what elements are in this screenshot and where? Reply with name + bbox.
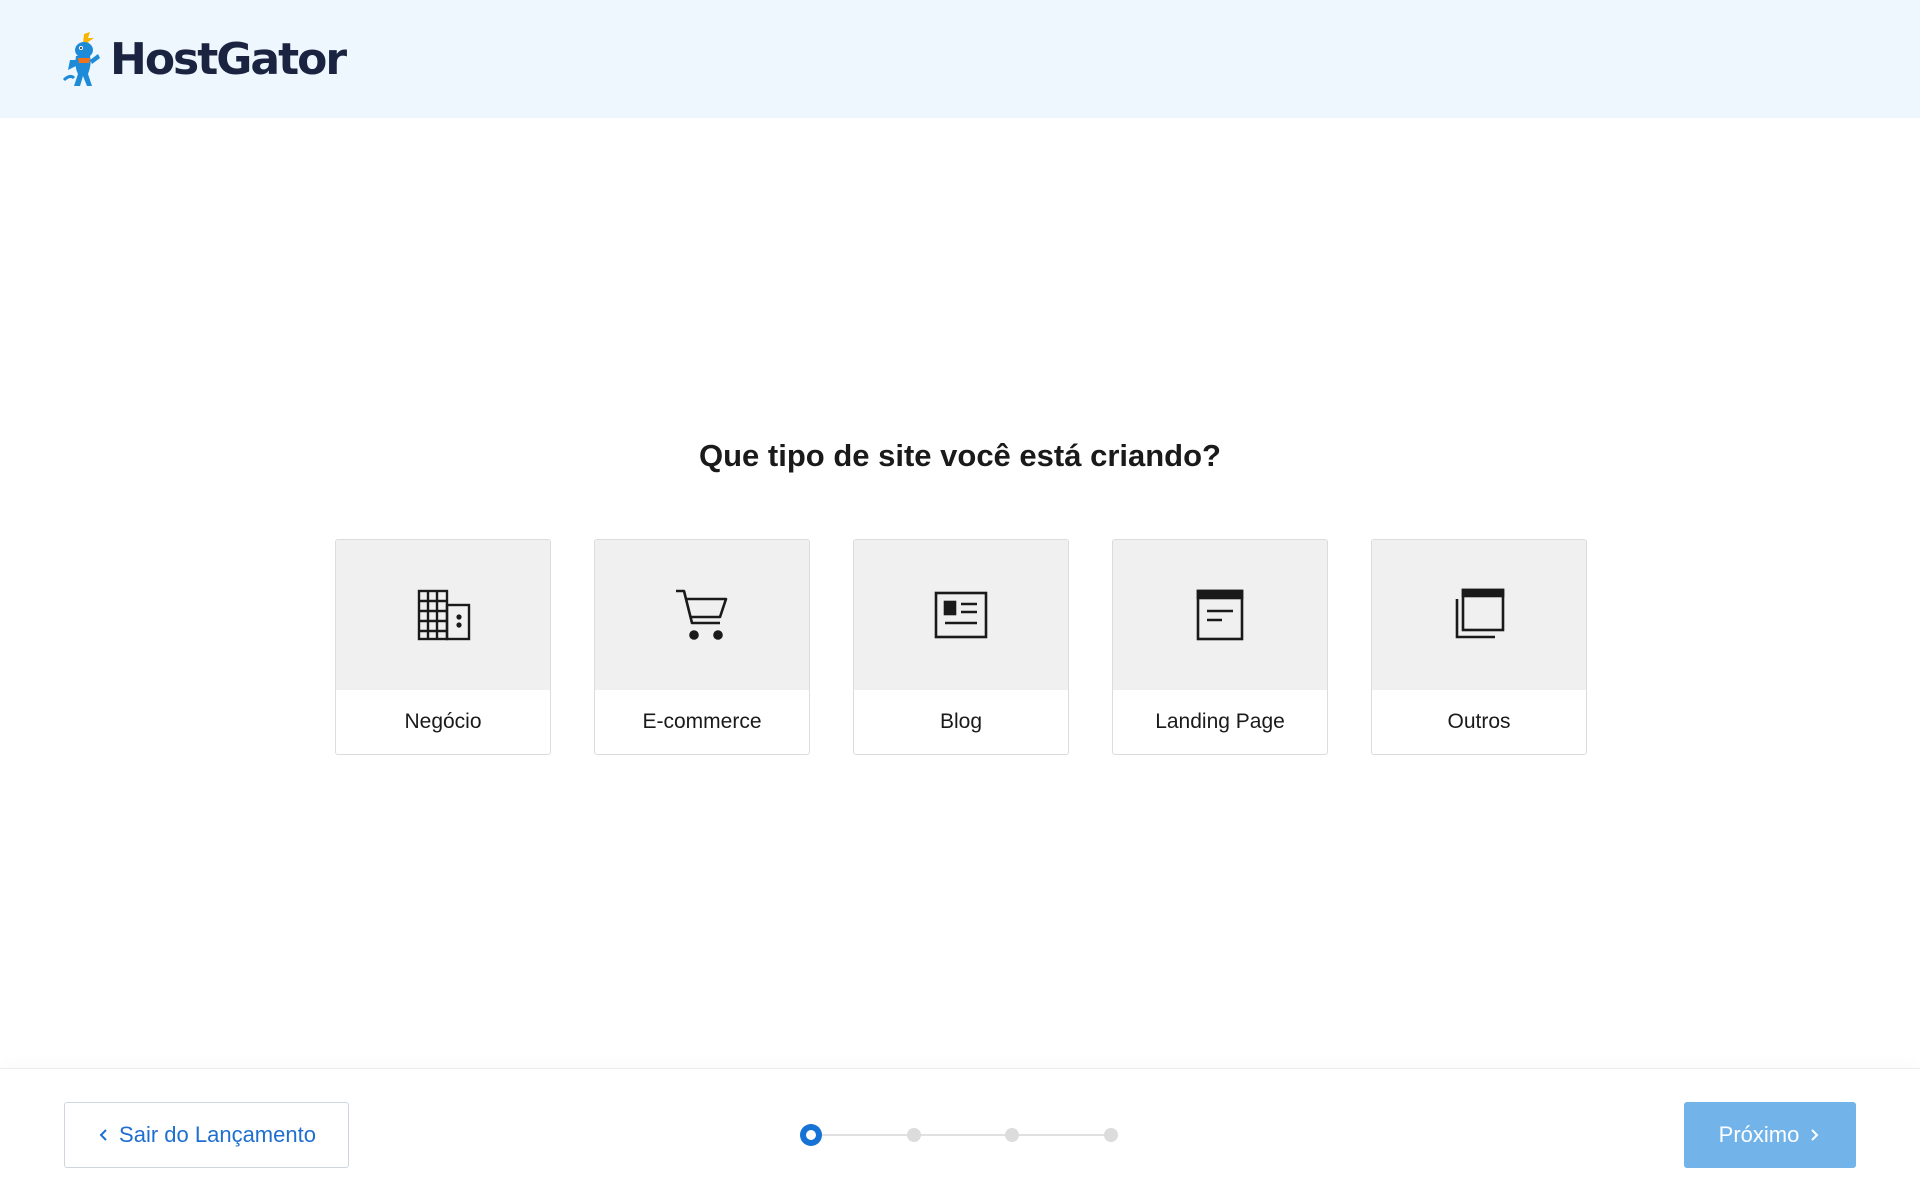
step-3 (1005, 1128, 1019, 1142)
hostgator-logo[interactable]: HostGator (62, 30, 347, 88)
stepper-connector (916, 1134, 1014, 1136)
card-icon-area (1113, 540, 1327, 690)
building-icon (417, 589, 471, 641)
option-label: E-commerce (642, 710, 762, 733)
option-label: Outros (1447, 710, 1511, 733)
next-label: Próximo (1718, 1122, 1800, 1147)
page-question: Que tipo de site você está criando? (699, 438, 1221, 473)
card-icon-area (595, 540, 809, 690)
option-card-blog[interactable]: Blog (853, 539, 1069, 755)
step-1-active (800, 1124, 822, 1146)
browser-window-icon (1196, 589, 1244, 641)
option-label: Negócio (404, 710, 482, 733)
exit-launch-label: Sair do Lançamento (119, 1122, 316, 1147)
option-label: Blog (939, 710, 983, 733)
stepper-connector (812, 1134, 916, 1136)
card-icon-area (854, 540, 1068, 690)
step-4 (1104, 1128, 1118, 1142)
chevron-right-icon (1811, 1129, 1819, 1141)
footer-bar: Sair do Lançamento Próximo (0, 1068, 1920, 1200)
header: HostGator (0, 0, 1920, 118)
option-label: Landing Page (1155, 710, 1285, 733)
option-card-ecommerce[interactable]: E-commerce (594, 539, 810, 755)
option-card-outros[interactable]: Outros (1371, 539, 1587, 755)
card-icon-area (1372, 540, 1586, 690)
option-card-landing-page[interactable]: Landing Page (1112, 539, 1328, 755)
chevron-left-icon (99, 1129, 107, 1141)
exit-launch-button[interactable]: Sair do Lançamento (64, 1102, 349, 1168)
shopping-cart-icon (676, 589, 728, 640)
option-card-negocio[interactable]: Negócio (335, 539, 551, 755)
brand-name: HostGator (110, 33, 347, 85)
stepper-connector (1014, 1134, 1112, 1136)
next-button[interactable]: Próximo (1684, 1102, 1856, 1168)
stacked-windows-icon (1455, 588, 1505, 639)
newspaper-icon (934, 591, 988, 639)
card-icon-area (336, 540, 550, 690)
gator-mascot-icon (62, 32, 100, 86)
site-type-options: Negócio E-commerce Blog Landing Page Out… (335, 539, 1587, 755)
step-2 (907, 1128, 921, 1142)
progress-stepper (800, 1123, 1120, 1147)
